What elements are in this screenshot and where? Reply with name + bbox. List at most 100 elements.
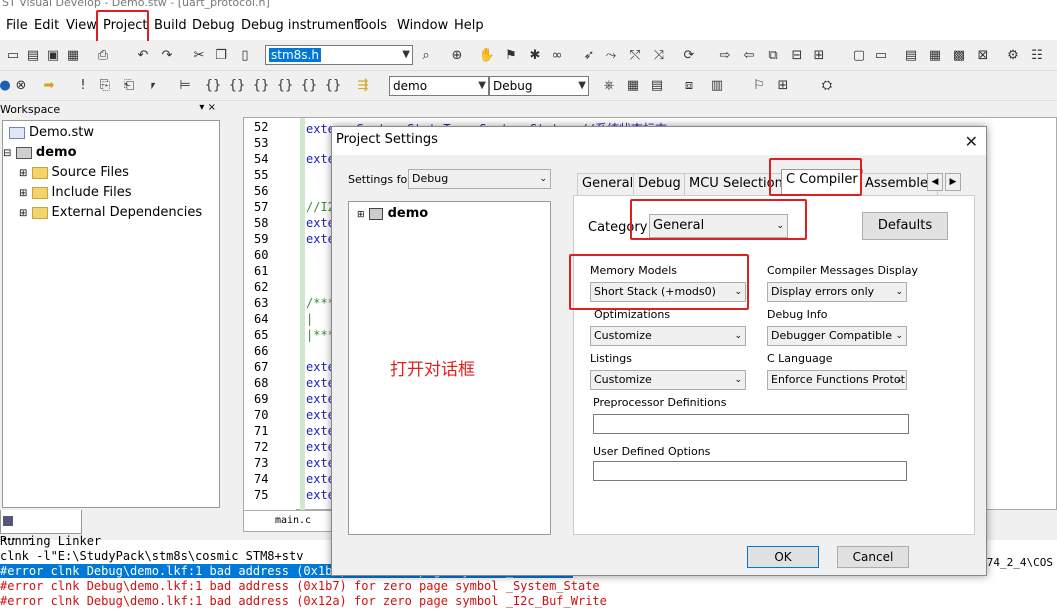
- listings-select[interactable]: Customize ⌄: [590, 370, 746, 390]
- vertical-split-icon[interactable]: ⊞: [810, 47, 828, 65]
- go-right-icon[interactable]: ⇨: [716, 47, 734, 65]
- tab-scroll-left-icon[interactable]: ◀: [927, 173, 943, 191]
- menu-view[interactable]: View: [66, 18, 97, 33]
- breakpoint-icon[interactable]: ✱: [526, 47, 544, 65]
- menu-debug-instrument[interactable]: Debug instrument: [241, 18, 359, 33]
- window-icon[interactable]: ▢: [850, 47, 868, 65]
- listings-value: Customize: [594, 373, 652, 386]
- line-number-gutter: 52 53 54 55 56 57 58 59 60 61 62 63 64 65 66 67 68 69 70 71…: [244, 118, 296, 511]
- step-over-icon[interactable]: ⎗: [120, 77, 138, 95]
- cut-icon[interactable]: ✂: [190, 47, 208, 65]
- menu-build[interactable]: Build: [154, 18, 187, 33]
- cancel-button[interactable]: Cancel: [837, 546, 909, 568]
- stop-icon[interactable]: ⊗: [12, 77, 30, 95]
- braces3-icon[interactable]: {}: [252, 77, 270, 95]
- braces6-icon[interactable]: {}: [324, 77, 342, 95]
- c-language-select[interactable]: Enforce Functions Protot ⌄: [767, 370, 907, 390]
- expand-icon[interactable]: ⊞: [19, 208, 27, 219]
- run-to-icon[interactable]: ⇶: [354, 77, 372, 95]
- binoculars-icon[interactable]: ⊕: [448, 47, 466, 65]
- step-icon[interactable]: ⎘: [96, 77, 114, 95]
- tools-icon[interactable]: ⚙: [1004, 47, 1022, 65]
- bookmark-icon[interactable]: ⚑: [502, 47, 520, 65]
- grid-icon[interactable]: ▦: [926, 47, 944, 65]
- tree-item-include-files[interactable]: ⊞ Include Files: [19, 185, 132, 200]
- output-icon[interactable]: ▭: [872, 47, 890, 65]
- prev-icon[interactable]: ⤲: [626, 47, 644, 65]
- find-in-files-icon[interactable]: ⌕: [417, 47, 435, 65]
- print-icon[interactable]: ⎙: [94, 47, 112, 65]
- chip-icon[interactable]: ▥: [708, 77, 726, 95]
- build-icon[interactable]: ▦: [624, 77, 642, 95]
- collapse-icon[interactable]: ⊟: [3, 148, 11, 159]
- hand-icon[interactable]: ✋: [478, 47, 496, 65]
- options-icon[interactable]: ☷: [1028, 47, 1046, 65]
- new-file-icon[interactable]: ▭: [4, 47, 22, 65]
- menu-help[interactable]: Help: [454, 18, 484, 33]
- menu-edit[interactable]: Edit: [34, 18, 59, 33]
- tab-workspace[interactable]: Workspace: [0, 510, 82, 549]
- horizontal-split-icon[interactable]: ⊟: [788, 47, 806, 65]
- debug-info-select[interactable]: Debugger Compatible ⌄: [767, 326, 907, 346]
- braces2-icon[interactable]: {}: [228, 77, 246, 95]
- ok-button[interactable]: OK: [747, 546, 819, 568]
- defaults-button[interactable]: Defaults: [862, 212, 948, 240]
- menu-tools[interactable]: Tools: [355, 18, 387, 33]
- exclamation-icon[interactable]: !: [74, 77, 92, 95]
- tab-main-c[interactable]: main.c: [243, 510, 343, 532]
- tile-icon[interactable]: ▤: [902, 47, 920, 65]
- arrow-flag-icon[interactable]: ➶: [580, 47, 598, 65]
- tool-extra-icon[interactable]: ⛭: [818, 77, 836, 95]
- redo-icon[interactable]: ↷: [158, 47, 176, 65]
- save-all-icon[interactable]: ▦: [64, 47, 82, 65]
- optimizations-select[interactable]: Customize ⌄: [590, 326, 746, 346]
- menu-file[interactable]: File: [6, 18, 28, 33]
- panel-pin-close-icon[interactable]: ▾ ×: [199, 102, 216, 113]
- undo-icon[interactable]: ↶: [134, 47, 152, 65]
- file-combo[interactable]: stm8s.h ▼: [265, 45, 413, 65]
- settings-tree-project[interactable]: ⊞ demo: [357, 206, 428, 221]
- glasses-icon[interactable]: ∞: [548, 47, 566, 65]
- tab-debug[interactable]: Debug: [633, 173, 686, 195]
- rebuild-icon[interactable]: ▤: [648, 77, 666, 95]
- open-file-icon[interactable]: ▤: [24, 47, 42, 65]
- expand-icon[interactable]: ⊞: [19, 168, 27, 179]
- link-icon[interactable]: ⧈: [680, 77, 698, 95]
- user-options-input[interactable]: [593, 461, 907, 481]
- refresh-icon[interactable]: ⟳: [680, 47, 698, 65]
- tree-project[interactable]: ⊟ demo: [3, 145, 77, 160]
- compiler-messages-select[interactable]: Display errors only ⌄: [767, 282, 907, 302]
- tree-root[interactable]: Demo.stw: [9, 125, 94, 140]
- disasm-icon[interactable]: ⊨: [176, 77, 194, 95]
- braces1-icon[interactable]: {}: [204, 77, 222, 95]
- expand-icon[interactable]: ⊞: [357, 210, 365, 220]
- tree-item-external-dependencies[interactable]: ⊞ External Dependencies: [19, 205, 202, 220]
- braces4-icon[interactable]: {}: [276, 77, 294, 95]
- windows-icon[interactable]: ⧉: [764, 47, 782, 65]
- config-combo[interactable]: Debug ▼: [489, 76, 589, 96]
- paste-icon[interactable]: ▯: [236, 47, 254, 65]
- copy-icon[interactable]: ❐: [212, 47, 230, 65]
- programmer-icon[interactable]: ⊞: [774, 77, 792, 95]
- expand-icon[interactable]: ⊞: [19, 188, 27, 199]
- debug-start-icon[interactable]: ⚐: [750, 77, 768, 95]
- arrow-right-icon[interactable]: ➡: [40, 77, 58, 95]
- tab-general[interactable]: General: [577, 173, 639, 195]
- memory-icon[interactable]: ▩: [950, 47, 968, 65]
- preprocessor-input[interactable]: [593, 414, 909, 434]
- tab-scroll-right-icon[interactable]: ▶: [945, 173, 961, 191]
- go-left-icon[interactable]: ⇦: [740, 47, 758, 65]
- compile-icon[interactable]: ⎈: [600, 77, 618, 95]
- project-combo[interactable]: demo ▼: [389, 76, 489, 96]
- close-window-icon[interactable]: ⊠: [974, 47, 992, 65]
- menu-window[interactable]: Window: [397, 18, 448, 33]
- next-icon[interactable]: ⤳: [602, 47, 620, 65]
- settings-for-select[interactable]: Debug ⌄: [408, 169, 551, 189]
- tree-item-source-files[interactable]: ⊞ Source Files: [19, 165, 129, 180]
- save-icon[interactable]: ▣: [44, 47, 62, 65]
- braces5-icon[interactable]: {}: [300, 77, 318, 95]
- clear-icon[interactable]: ⤨: [650, 47, 668, 65]
- close-icon[interactable]: ✕: [965, 129, 978, 155]
- menu-debug[interactable]: Debug: [192, 18, 235, 33]
- step-out-icon[interactable]: ⎖: [144, 77, 162, 95]
